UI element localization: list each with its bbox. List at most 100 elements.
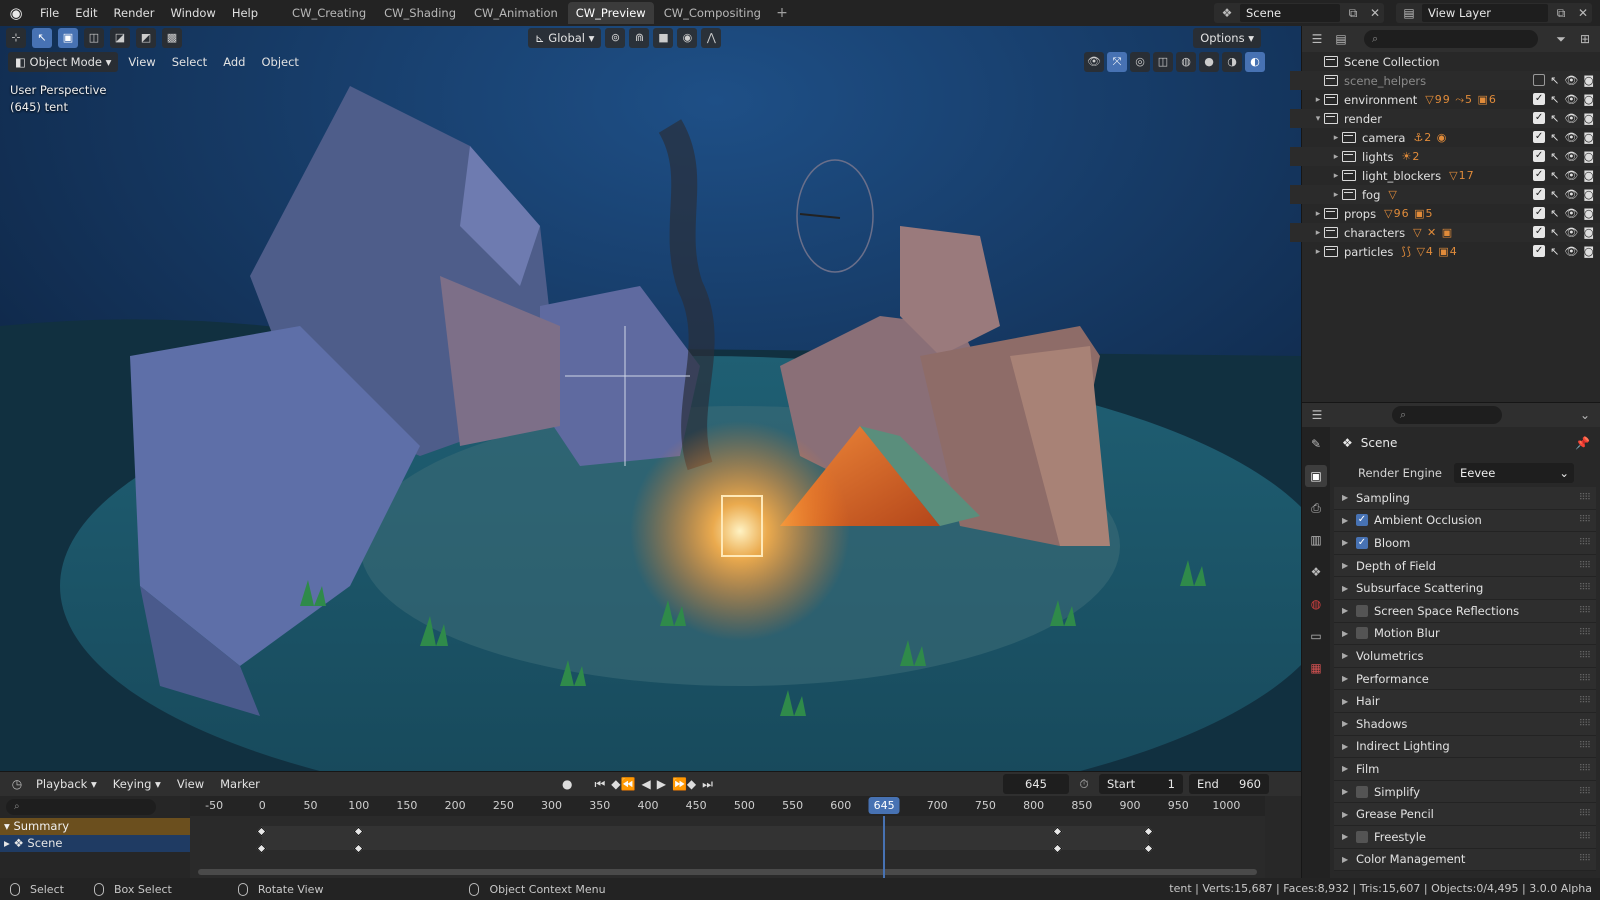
overlay-icon[interactable]: ◎ bbox=[1130, 52, 1150, 72]
scene-name[interactable]: Scene bbox=[1240, 4, 1340, 22]
exclude-checkbox[interactable]: ✓ bbox=[1533, 188, 1546, 200]
drag-grip-icon[interactable]: ⠿⠿ bbox=[1579, 628, 1591, 638]
scene-tab-icon[interactable]: ❖ bbox=[1305, 561, 1327, 583]
menu-view[interactable]: View bbox=[122, 52, 161, 72]
selectable-icon[interactable]: ↖ bbox=[1550, 74, 1559, 87]
world-tab-icon[interactable]: ◍ bbox=[1305, 593, 1327, 615]
panel-bloom[interactable]: ▶ ✓ Bloom ⠿⠿ bbox=[1334, 532, 1596, 555]
panel-enable-checkbox[interactable] bbox=[1356, 785, 1368, 798]
timeline-editor-icon[interactable]: ◷ bbox=[8, 777, 26, 791]
new-view-layer-icon[interactable]: ⧉ bbox=[1552, 6, 1570, 21]
selectable-icon[interactable]: ↖ bbox=[1550, 112, 1559, 125]
eye-icon[interactable]: 👁 bbox=[1564, 131, 1578, 144]
render-tab-icon[interactable]: ▣ bbox=[1305, 465, 1327, 487]
panel-freestyle[interactable]: ▶ Freestyle ⠿⠿ bbox=[1334, 825, 1596, 849]
drag-grip-icon[interactable]: ⠿⠿ bbox=[1579, 719, 1591, 729]
panel-subsurface-scattering[interactable]: ▶ Subsurface Scattering ⠿⠿ bbox=[1334, 577, 1596, 600]
panel-simplify[interactable]: ▶ Simplify ⠿⠿ bbox=[1334, 780, 1596, 804]
texture-tab-icon[interactable]: ▦ bbox=[1305, 657, 1327, 679]
panel-enable-checkbox[interactable] bbox=[1356, 604, 1368, 617]
mode-dropdown[interactable]: ◧ Object Mode ▾ bbox=[8, 52, 119, 72]
panel-motion-blur[interactable]: ▶ Motion Blur ⠿⠿ bbox=[1334, 622, 1596, 646]
select-extend-mode-icon[interactable]: ◫ bbox=[84, 28, 104, 48]
camera-render-icon[interactable]: ◙ bbox=[1583, 74, 1594, 87]
tab-cw-creating[interactable]: CW_Creating bbox=[284, 2, 374, 24]
selectable-icon[interactable]: ↖ bbox=[1550, 188, 1559, 201]
panel-depth-of-field[interactable]: ▶ Depth of Field ⠿⠿ bbox=[1334, 554, 1596, 578]
exclude-checkbox[interactable]: ✓ bbox=[1533, 112, 1546, 124]
eye-icon[interactable]: 👁 bbox=[1564, 169, 1578, 182]
select-tool-icon[interactable]: ↖ bbox=[32, 28, 52, 48]
camera-render-icon[interactable]: ◙ bbox=[1583, 169, 1594, 182]
record-icon[interactable]: ● bbox=[562, 777, 572, 792]
filter-icon[interactable]: ⏷ bbox=[1552, 32, 1570, 47]
expand-arrow-icon[interactable]: ▸ bbox=[1330, 133, 1342, 143]
camera-render-icon[interactable]: ◙ bbox=[1583, 131, 1594, 144]
delete-scene-icon[interactable]: ✕ bbox=[1366, 6, 1384, 20]
properties-search-input[interactable]: ⌕ bbox=[1392, 406, 1502, 424]
end-frame-field[interactable]: End 960 bbox=[1189, 774, 1269, 794]
summary-channel[interactable]: ▾ Summary bbox=[0, 818, 190, 835]
drag-grip-icon[interactable]: ⠿⠿ bbox=[1579, 832, 1591, 842]
outliner-row-scene-helpers[interactable]: scene_helpers ↖ 👁 ◙ bbox=[1290, 71, 1600, 90]
exclude-checkbox[interactable]: ✓ bbox=[1533, 93, 1546, 105]
drag-grip-icon[interactable]: ⠿⠿ bbox=[1579, 606, 1591, 616]
play-reverse-icon[interactable]: ◀ bbox=[641, 777, 650, 792]
panel-screen-space-reflections[interactable]: ▶ Screen Space Reflections ⠿⠿ bbox=[1334, 599, 1596, 623]
camera-render-icon[interactable]: ◙ bbox=[1583, 245, 1594, 258]
new-collection-icon[interactable]: ⊞ bbox=[1576, 32, 1594, 46]
exclude-checkbox[interactable]: ✓ bbox=[1533, 131, 1546, 143]
drag-grip-icon[interactable]: ⠿⠿ bbox=[1579, 651, 1591, 661]
eye-icon[interactable]: 👁 bbox=[1564, 245, 1578, 258]
gizmo-icon[interactable]: ⤧ bbox=[1107, 52, 1127, 72]
menu-render[interactable]: Render bbox=[106, 0, 163, 26]
outliner-editor-icon[interactable]: ☰ bbox=[1308, 32, 1326, 46]
panel-performance[interactable]: ▶ Performance ⠿⠿ bbox=[1334, 667, 1596, 691]
menu-object[interactable]: Object bbox=[255, 52, 304, 72]
exclude-checkbox[interactable]: ✓ bbox=[1533, 169, 1546, 181]
expand-arrow-icon[interactable]: ▸ bbox=[1312, 247, 1324, 257]
panel-indirect-lighting[interactable]: ▶ Indirect Lighting ⠿⠿ bbox=[1334, 735, 1596, 759]
camera-render-icon[interactable]: ◙ bbox=[1583, 226, 1594, 239]
exclude-checkbox[interactable]: ✓ bbox=[1533, 207, 1546, 219]
exclude-checkbox[interactable]: ✓ bbox=[1533, 150, 1546, 162]
exclude-checkbox[interactable]: ✓ bbox=[1533, 245, 1546, 257]
playhead-line[interactable] bbox=[883, 816, 886, 879]
expand-arrow-icon[interactable]: ▸ bbox=[1330, 190, 1342, 200]
proportional-edit-icon[interactable]: ◉ bbox=[677, 28, 698, 48]
panel-hair[interactable]: ▶ Hair ⠿⠿ bbox=[1334, 690, 1596, 713]
camera-render-icon[interactable]: ◙ bbox=[1583, 93, 1594, 106]
outliner-row-camera[interactable]: ▸ camera ⚓2 ◉ ✓ ↖ 👁 ◙ bbox=[1290, 128, 1600, 147]
tab-cw-preview[interactable]: CW_Preview bbox=[567, 2, 654, 24]
tab-cw-animation[interactable]: CW_Animation bbox=[466, 2, 566, 24]
camera-render-icon[interactable]: ◙ bbox=[1583, 112, 1594, 125]
menu-help[interactable]: Help bbox=[224, 0, 266, 26]
panel-color-management[interactable]: ▶ Color Management ⠿⠿ bbox=[1334, 848, 1596, 872]
expand-arrow-icon[interactable]: ▸ bbox=[1330, 171, 1342, 181]
drag-grip-icon[interactable]: ⠿⠿ bbox=[1579, 538, 1591, 548]
tool-tab-icon[interactable]: ✎ bbox=[1305, 433, 1327, 455]
expand-arrow-icon[interactable]: ▸ bbox=[1312, 228, 1324, 238]
jump-start-icon[interactable]: ⏮ bbox=[594, 777, 605, 792]
tab-cw-shading[interactable]: CW_Shading bbox=[376, 2, 464, 24]
outliner-row-fog[interactable]: ▸ fog ▽ ✓ ↖ 👁 ◙ bbox=[1290, 185, 1600, 204]
xray-icon[interactable]: ◫ bbox=[1153, 52, 1173, 72]
menu-marker[interactable]: Marker bbox=[214, 774, 266, 794]
eye-icon[interactable]: 👁 bbox=[1564, 150, 1578, 163]
editor-type-icon[interactable]: ⊹ bbox=[6, 28, 26, 48]
add-workspace-button[interactable]: + bbox=[771, 5, 793, 21]
start-frame-field[interactable]: Start 1 bbox=[1099, 774, 1183, 794]
next-keyframe-icon[interactable]: ⏩◆ bbox=[672, 777, 696, 792]
panel-grease-pencil[interactable]: ▶ Grease Pencil ⠿⠿ bbox=[1334, 803, 1596, 826]
rendered-shading-icon[interactable]: ◐ bbox=[1245, 52, 1265, 72]
drag-grip-icon[interactable]: ⠿⠿ bbox=[1579, 515, 1591, 525]
wireframe-shading-icon[interactable]: ◍ bbox=[1176, 52, 1196, 72]
view-layer-name[interactable]: View Layer bbox=[1422, 4, 1548, 22]
panel-enable-checkbox[interactable]: ✓ bbox=[1356, 536, 1368, 549]
snap-target-icon[interactable]: ■ bbox=[653, 28, 674, 48]
drag-grip-icon[interactable]: ⠿⠿ bbox=[1579, 561, 1591, 571]
panel-ambient-occlusion[interactable]: ▶ ✓ Ambient Occlusion ⠿⠿ bbox=[1334, 509, 1596, 533]
drag-grip-icon[interactable]: ⠿⠿ bbox=[1579, 854, 1591, 864]
camera-render-icon[interactable]: ◙ bbox=[1583, 188, 1594, 201]
stopwatch-icon[interactable]: ⏱ bbox=[1075, 777, 1093, 792]
